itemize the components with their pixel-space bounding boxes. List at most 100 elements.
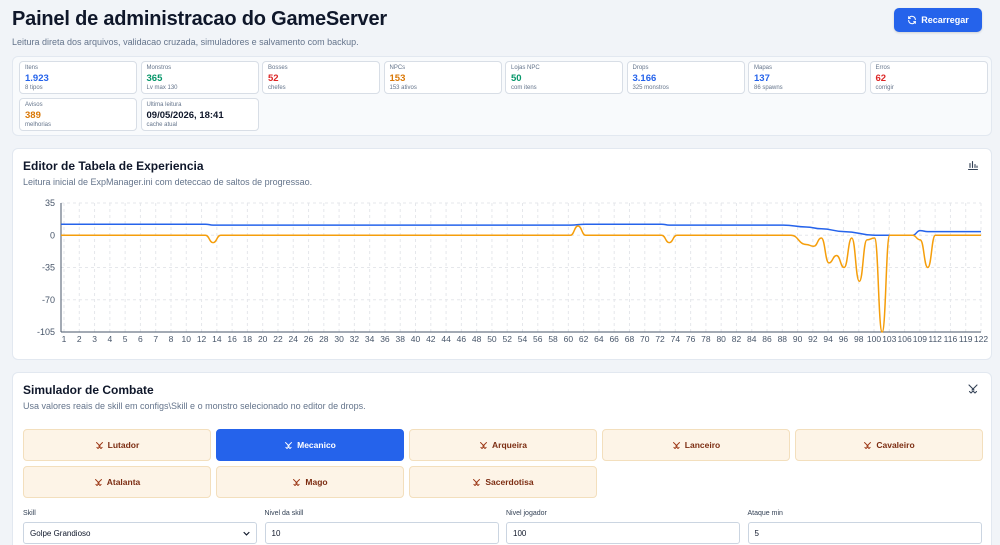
stat-sub: melhorias [25,122,52,128]
x-tick-label: 38 [395,334,405,344]
stat-label: Lojas NPC [511,65,540,71]
class-button-mago[interactable]: Mago [216,466,404,498]
class-label: Atalanta [106,477,141,487]
stat-value: 1.923 [25,73,49,84]
stat-card: Bosses 52 chefes [262,61,380,94]
field-value: Golpe Grandioso [30,528,91,538]
exp-chart: 350-35-70-1051 2 3 4 5 6 7 8 10 12 14 16 18 20 22 24 26 2… [37,198,988,344]
stat-label: Bosses [268,65,288,71]
class-button-cavaleiro[interactable]: Cavaleiro [795,429,983,461]
stat-card: Drops 3.166 325 monstros [626,61,745,94]
x-tick-label: 10 [182,334,192,344]
stat-label: Itens [25,65,39,71]
class-button-mecanico[interactable]: Mecanico [216,429,404,461]
stat-sub: chefes [268,85,286,91]
class-label: Lanceiro [684,440,721,450]
x-tick-label: 100 [867,334,881,344]
stat-value: 365 [146,73,163,84]
x-tick-label: 54 [518,334,528,344]
stat-card: Mapas 137 86 spawns [748,61,866,94]
y-tick-label: 0 [50,230,55,240]
x-tick-label: 32 [350,334,360,344]
x-tick-label: 28 [319,334,329,344]
x-tick-label: 78 [701,334,711,344]
page-subtitle: Leitura direta dos arquivos, validacao c… [12,37,359,47]
combat-card: Simulador de Combate Usa valores reais d… [12,372,992,545]
refresh-icon [908,15,917,25]
x-tick-label: 92 [808,334,818,344]
class-button-arqueira[interactable]: Arqueira [409,429,597,461]
crossed-swords-icon [95,441,103,449]
class-label: Sacerdotisa [485,477,534,487]
stat-sub: 153 ativos [389,85,417,91]
class-label: Lutador [107,440,140,450]
x-tick-label: 74 [671,334,681,344]
stat-label: Drops [632,65,649,71]
stat-card: Avisos 389 melhorias [19,98,137,131]
x-tick-label: 62 [579,334,589,344]
x-tick-label: 50 [487,334,497,344]
x-tick-label: 48 [472,334,482,344]
x-tick-label: 122 [974,334,988,344]
x-tick-label: 84 [747,334,757,344]
class-button-lutador[interactable]: Lutador [23,429,211,461]
stat-card: Monstros 365 Lv max 130 [140,61,259,94]
class-button-atalanta[interactable]: Atalanta [23,466,211,498]
class-label: Cavaleiro [876,440,915,450]
combat-subtitle: Usa valores reais de skill em configs\Sk… [23,401,366,411]
stat-sub: 8 tipos [25,85,43,91]
x-tick-label: 96 [839,334,849,344]
field-value: 10 [271,528,281,538]
skill-select[interactable]: Golpe Grandioso [23,522,257,544]
field-label: Skill [23,510,36,517]
field-input[interactable]: 5 [747,522,982,544]
x-tick-label: 58 [548,334,558,344]
y-tick-label: 35 [45,198,55,208]
x-tick-label: 80 [716,334,726,344]
stat-sub: Lv max 130 [146,85,178,91]
x-tick-label: 86 [762,334,772,344]
x-tick-label: 26 [304,334,314,344]
x-tick-label: 12 [197,334,207,344]
reload-button[interactable]: Recarregar [894,8,982,32]
field-input[interactable]: 100 [506,522,740,544]
x-tick-label: 16 [227,334,237,344]
x-tick-label: 66 [609,334,619,344]
page-header: Painel de administracao do GameServer Le… [12,8,988,48]
x-tick-label: 24 [289,334,299,344]
x-tick-label: 1 [62,334,67,344]
stat-sub: cache atual [146,122,178,128]
class-label: Mecanico [297,440,336,450]
stat-label: Monstros [146,65,172,71]
reload-label: Recarregar [921,15,969,25]
crossed-swords-icon [968,384,978,394]
bar-chart-icon[interactable] [967,159,979,171]
exp-editor-subtitle: Leitura inicial de ExpManager.ini com de… [23,177,313,187]
x-tick-label: 103 [882,334,896,344]
x-tick-label: 6 [138,334,143,344]
crossed-swords-icon [864,441,872,449]
stat-label: Avisos [25,102,43,108]
x-tick-label: 7 [153,334,158,344]
class-label: Arqueira [492,440,527,450]
stat-value: 3.166 [632,73,657,84]
crossed-swords-icon [293,478,301,486]
class-button-lanceiro[interactable]: Lanceiro [602,429,790,461]
x-tick-label: 56 [533,334,543,344]
stat-card: Lojas NPC 50 com itens [505,61,623,94]
x-tick-label: 8 [169,334,174,344]
x-tick-label: 82 [732,334,742,344]
stat-value: 137 [754,73,770,84]
exp-editor-card: Editor de Tabela de Experiencia Leitura … [12,148,992,360]
x-tick-label: 106 [897,334,911,344]
y-tick-label: -105 [37,327,55,337]
stat-label: Ultima leitura [146,102,182,108]
x-tick-label: 20 [258,334,268,344]
field-value: 100 [513,528,527,538]
stat-label: Erros [875,65,890,71]
crossed-swords-icon [94,478,102,486]
class-button-sacerdotisa[interactable]: Sacerdotisa [409,466,597,498]
x-tick-label: 46 [457,334,467,344]
stat-value: 50 [511,73,522,84]
field-input[interactable]: 10 [264,522,499,544]
